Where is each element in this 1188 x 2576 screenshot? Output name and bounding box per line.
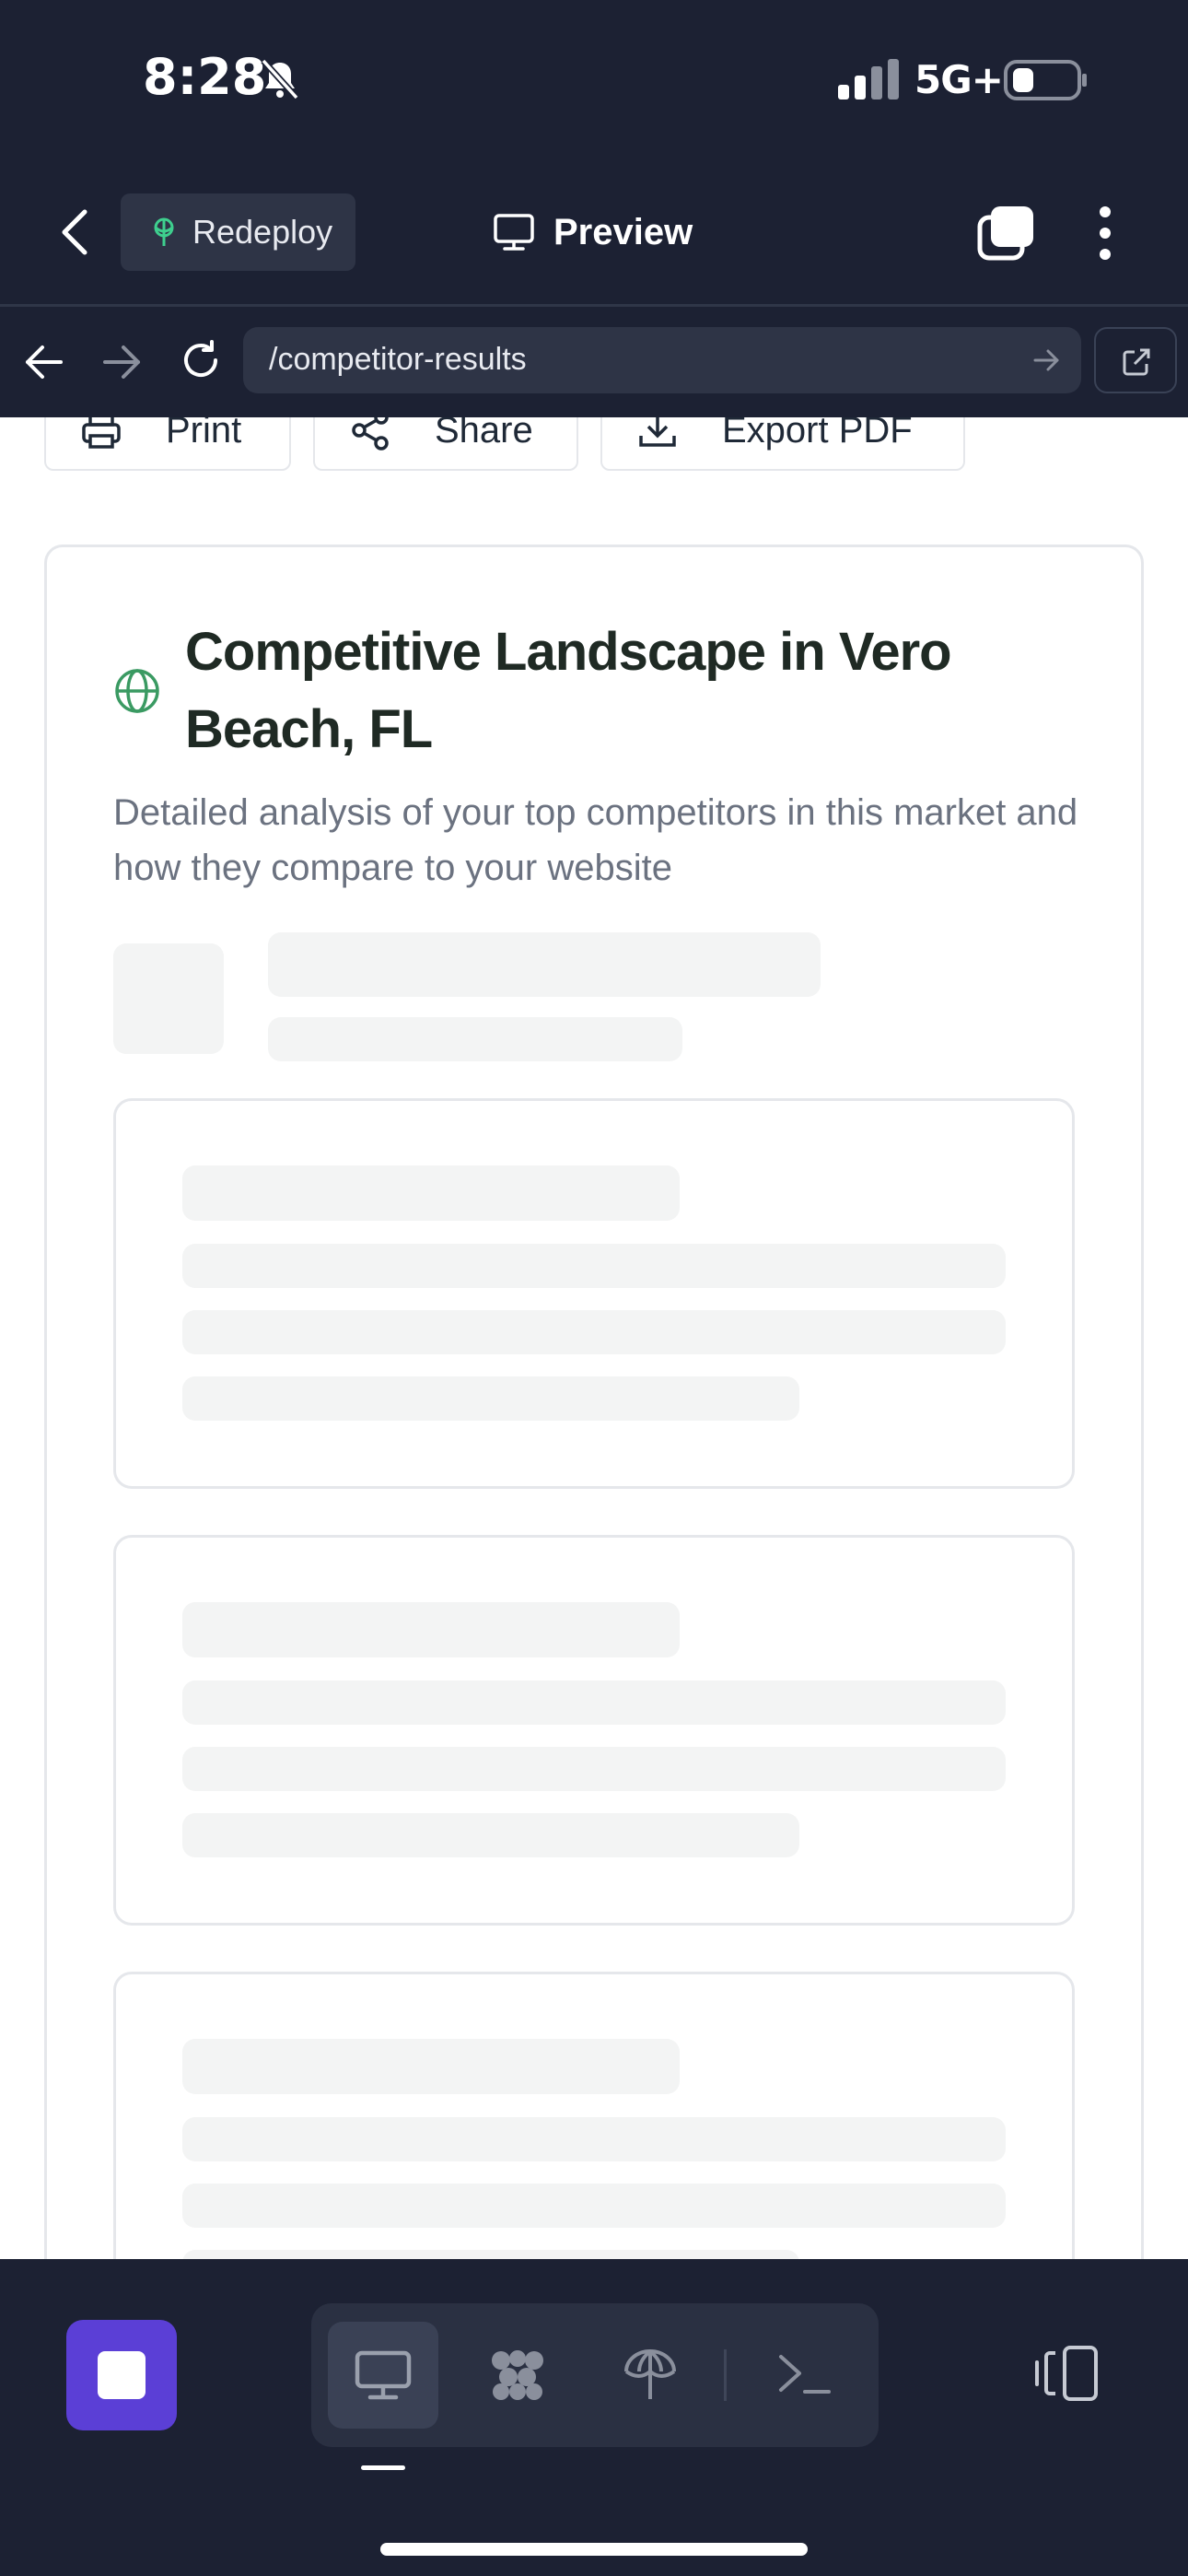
windows-icon[interactable] — [976, 205, 1035, 262]
agents-icon — [492, 2350, 543, 2400]
tool-desktop-tab[interactable] — [328, 2322, 438, 2429]
card-title: Competitive Landscape in Vero Beach, FL — [185, 622, 952, 759]
print-label: Print — [166, 417, 242, 451]
skeleton-line — [182, 1165, 680, 1221]
skeleton-line — [182, 2117, 1006, 2161]
redeploy-button[interactable]: Redeploy — [121, 193, 355, 271]
browser-bar: /competitor-results — [0, 307, 1188, 417]
page-content[interactable]: Print Share Export PDF Competitive Lands… — [0, 417, 1188, 2259]
printer-icon — [82, 417, 121, 449]
skeleton-line — [182, 1680, 1006, 1725]
url-text: /competitor-results — [269, 342, 527, 377]
share-label: Share — [435, 417, 533, 451]
arrow-left-icon[interactable] — [24, 344, 64, 381]
deploy-icon — [624, 2349, 676, 2399]
monitor-icon — [494, 214, 534, 251]
export-pdf-button[interactable]: Export PDF — [600, 417, 965, 471]
skeleton-line — [182, 2039, 680, 2094]
tool-agents-tab[interactable] — [462, 2322, 573, 2429]
skeleton-line — [182, 2184, 1006, 2228]
tool-deploy-tab[interactable] — [595, 2322, 705, 2429]
preview-title[interactable]: Preview — [493, 203, 693, 262]
url-field[interactable]: /competitor-results — [243, 327, 1081, 393]
bell-slash-icon — [261, 58, 299, 100]
external-link-icon — [1123, 348, 1150, 376]
battery-icon — [1004, 60, 1087, 100]
app-toolbar: Redeploy Preview — [0, 157, 1188, 307]
share-icon — [352, 417, 389, 451]
skeleton-line — [268, 1017, 682, 1061]
globe-icon — [115, 669, 159, 713]
card-description: Detailed analysis of your top competitor… — [113, 792, 1078, 888]
stop-icon — [98, 2351, 146, 2399]
tool-switcher — [311, 2303, 879, 2447]
antenna-icon — [154, 217, 174, 246]
skeleton-line — [268, 932, 821, 997]
skeleton-line — [182, 1376, 799, 1421]
skeleton-card — [113, 1972, 1075, 2259]
open-external-button[interactable] — [1094, 327, 1177, 393]
home-indicator[interactable] — [380, 2543, 808, 2556]
skeleton-avatar — [113, 943, 224, 1054]
tool-divider — [724, 2349, 727, 2401]
kebab-icon[interactable] — [1092, 205, 1118, 262]
preview-label: Preview — [553, 211, 693, 252]
active-tab-indicator — [361, 2465, 405, 2470]
tool-shell-tab[interactable] — [750, 2322, 860, 2429]
skeleton-line — [182, 1244, 1006, 1288]
competitive-landscape-card: Competitive Landscape in Vero Beach, FL … — [44, 544, 1144, 2259]
skeleton-line — [182, 1747, 1006, 1791]
status-bar: 8:28 5G+ — [0, 0, 1188, 157]
signal-icon — [838, 59, 899, 100]
layout-toggle-icon[interactable] — [1033, 2344, 1100, 2403]
skeleton-card — [113, 1098, 1075, 1489]
download-icon — [639, 417, 676, 447]
reload-icon[interactable] — [179, 338, 223, 382]
skeleton-line — [182, 1310, 1006, 1354]
status-time: 8:28 — [143, 48, 267, 106]
redeploy-label: Redeploy — [192, 213, 333, 251]
monitor-icon — [355, 2350, 412, 2400]
stop-button[interactable] — [66, 2320, 177, 2430]
skeleton-card — [113, 1535, 1075, 1926]
shell-icon — [779, 2355, 831, 2394]
chevron-left-icon[interactable] — [57, 208, 94, 256]
share-button[interactable]: Share — [313, 417, 578, 471]
skeleton-line — [182, 1602, 680, 1657]
bottom-bar — [0, 2259, 1188, 2576]
network-label: 5G+ — [914, 57, 1004, 102]
skeleton-line — [182, 2250, 799, 2259]
go-arrow-icon[interactable] — [1033, 347, 1061, 373]
print-button[interactable]: Print — [44, 417, 291, 471]
arrow-right-icon[interactable] — [101, 344, 142, 381]
skeleton-line — [182, 1813, 799, 1857]
export-label: Export PDF — [722, 417, 913, 451]
